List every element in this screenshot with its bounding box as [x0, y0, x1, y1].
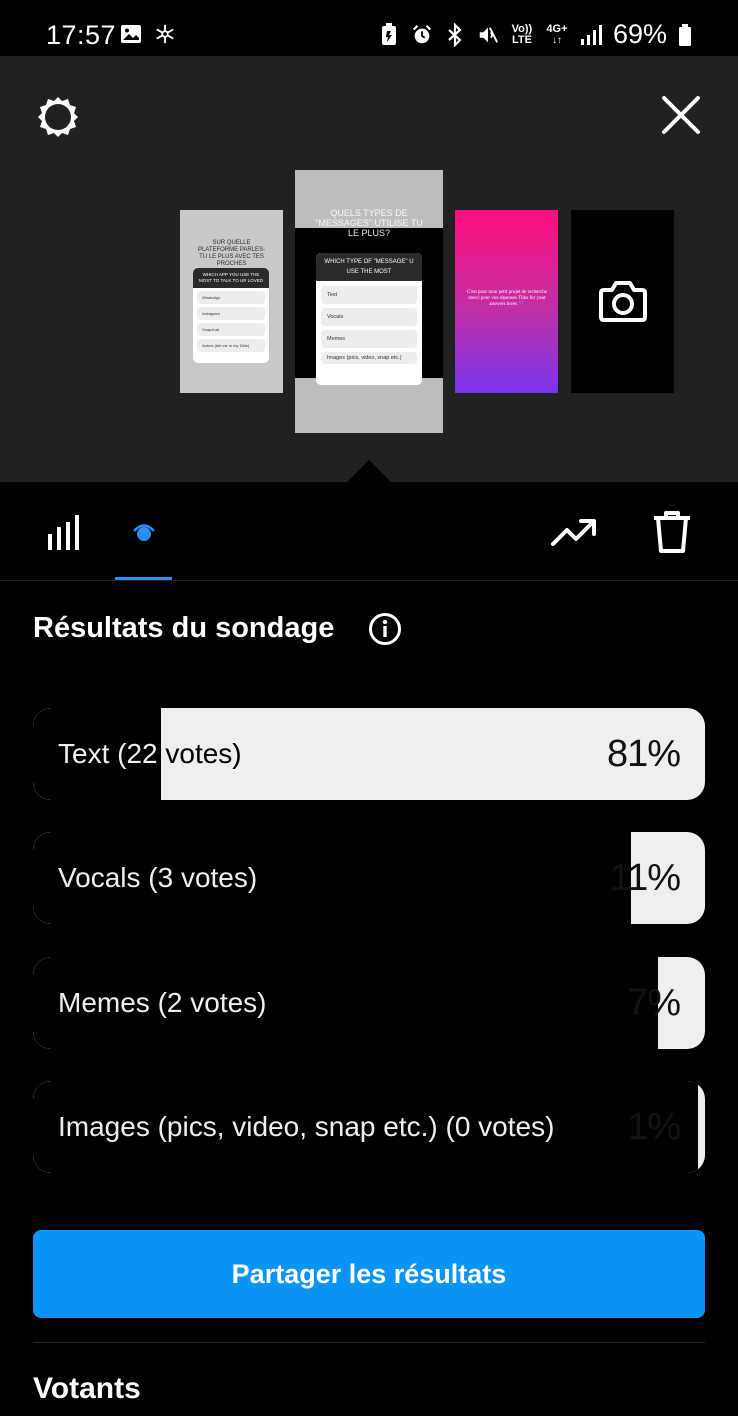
delete-button[interactable] [652, 510, 692, 554]
close-icon [662, 96, 700, 134]
selected-story-pointer [345, 460, 393, 484]
poll-card-option: WhatsApp [197, 291, 265, 304]
add-story-camera[interactable] [571, 210, 674, 393]
story-text: C'est pour mon petit projet de recherche… [466, 290, 548, 307]
poll-option-percent: 1% [627, 1106, 681, 1148]
poll-option: Vocals (3 votes) 11% [33, 832, 705, 924]
alarm-icon [411, 23, 433, 47]
battery-percent: 69% [612, 19, 667, 49]
insights-toolbar [0, 482, 738, 581]
mute-icon [477, 23, 499, 47]
poll-option-label: Images (pics, video, snap etc.) (0 votes… [58, 1111, 555, 1142]
trend-icon [551, 519, 596, 546]
camera-icon [599, 281, 647, 322]
battery-saver-icon [378, 22, 400, 47]
status-time: 17:57 [46, 20, 117, 50]
poll-card-option: Snapchat [197, 323, 265, 336]
poll-option-percent: 81% [606, 733, 681, 775]
info-icon[interactable] [368, 612, 402, 646]
voters-title: Votants [33, 1372, 141, 1405]
gear-icon [38, 97, 78, 137]
tab-viewers[interactable] [132, 522, 156, 544]
close-button[interactable] [658, 92, 704, 138]
bluetooth-icon [444, 22, 466, 47]
poll-option-label: Text (22 votes) [58, 738, 242, 769]
poll-card-option: Vocals [321, 308, 417, 326]
trend-button[interactable] [550, 517, 598, 547]
active-tab-indicator [115, 577, 172, 580]
status-bar: 17:57 Vo)) LTE 4G+ ↓↑ 69% [0, 0, 738, 56]
poll-results-title: Résultats du sondage [33, 612, 335, 644]
story-question: QUELS TYPES DE "MESSAGES" UTILISE TU LE … [315, 208, 423, 238]
poll-card-option: Instagram [197, 307, 265, 320]
poll-option-percent: 7% [627, 982, 681, 1024]
story-question: SUR QUELLE PLATEFORME PARLES-TU LE PLUS … [197, 240, 266, 267]
poll-card-option: Text [321, 286, 417, 304]
divider [33, 1342, 705, 1343]
tab-insights[interactable] [46, 514, 84, 550]
poll-option-label: Memes (2 votes) [58, 987, 267, 1018]
trash-icon [654, 511, 690, 553]
poll-card-option: Memes [321, 330, 417, 348]
poll-card-preview: WHICH APP YOU USE THE MOST TO TALK TO UR… [193, 268, 269, 363]
poll-option-percent: 11% [609, 857, 681, 899]
poll-option: Memes (2 votes) 7% [33, 957, 705, 1049]
4g-icon: 4G+ ↓↑ [546, 22, 568, 46]
settings-button[interactable] [34, 93, 82, 141]
snowflake-icon [154, 22, 176, 46]
signal-icon [580, 23, 602, 47]
story-thumbnail-1[interactable]: SUR QUELLE PLATEFORME PARLES-TU LE PLUS … [180, 210, 283, 393]
poll-option-label: Vocals (3 votes) [58, 862, 258, 893]
poll-card-option: Autres (tell me in my DMs) [197, 339, 265, 352]
poll-card-option: Images (pics, video, snap etc.) [321, 352, 417, 364]
battery-icon [678, 23, 692, 47]
bar-chart-icon [48, 515, 79, 550]
poll-card-preview: WHICH TYPE OF "MESSAGE" U USE THE MOST T… [316, 253, 422, 385]
story-tray: SUR QUELLE PLATEFORME PARLES-TU LE PLUS … [0, 56, 738, 484]
share-results-button[interactable]: Partager les résultats [33, 1230, 705, 1318]
poll-option: Images (pics, video, snap etc.) (0 votes… [33, 1081, 705, 1173]
volte-icon: Vo)) LTE [511, 22, 533, 46]
poll-card-title: WHICH TYPE OF "MESSAGE" U USE THE MOST [316, 253, 422, 281]
poll-card-title: WHICH APP YOU USE THE MOST TO TALK TO UR… [193, 268, 269, 288]
poll-option: Text (22 votes) 81% [33, 708, 705, 800]
image-icon [120, 22, 142, 46]
story-thumbnail-2[interactable]: QUELS TYPES DE "MESSAGES" UTILISE TU LE … [295, 170, 443, 433]
story-thumbnail-3[interactable]: C'est pour mon petit projet de recherche… [455, 210, 558, 393]
eye-icon [133, 524, 155, 541]
